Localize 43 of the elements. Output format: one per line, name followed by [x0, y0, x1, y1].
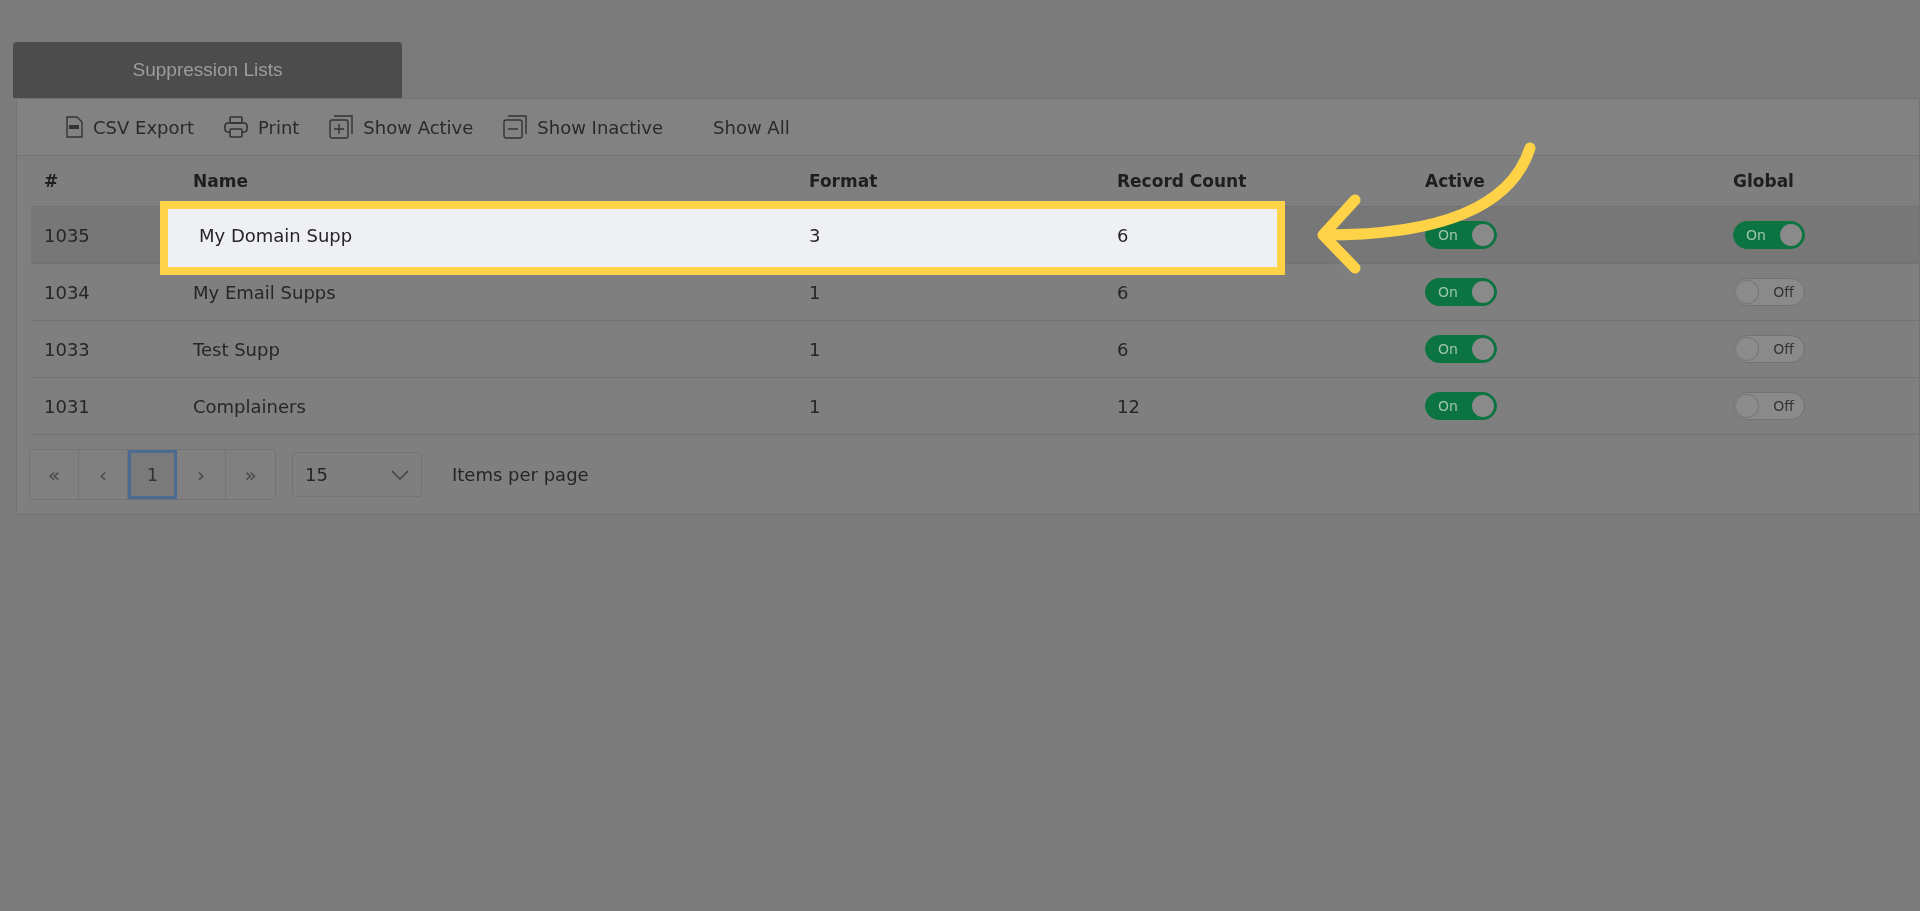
- page-button[interactable]: 1: [128, 450, 177, 499]
- caret-icon: [391, 469, 409, 480]
- column-header[interactable]: Name: [161, 171, 777, 191]
- table-cell: 12: [1117, 395, 1140, 417]
- remove-square-icon: [503, 115, 528, 139]
- column-header[interactable]: Global: [1701, 171, 1919, 191]
- toolbar-button[interactable]: Print: [223, 116, 300, 138]
- column-header[interactable]: #: [31, 171, 161, 191]
- toggle-switch[interactable]: On: [1425, 335, 1497, 363]
- table-cell: 1031: [44, 395, 90, 417]
- table-cell: 6: [1117, 281, 1129, 303]
- table-cell: 1035: [44, 224, 90, 246]
- column-header[interactable]: Active: [1393, 171, 1701, 191]
- toolbar-button[interactable]: CSV Export: [65, 116, 194, 138]
- table-cell: 1: [809, 338, 821, 360]
- toolbar-button[interactable]: Show Active: [329, 115, 474, 139]
- toggle-switch[interactable]: Off: [1733, 392, 1805, 420]
- table-cell: Complainers: [193, 395, 306, 417]
- table-cell: 1033: [44, 338, 90, 360]
- add-square-icon: [329, 115, 354, 139]
- table-cell: My Domain Supp: [199, 224, 353, 246]
- column-header[interactable]: Record Count: [1085, 171, 1393, 191]
- csv-file-icon: [65, 116, 83, 138]
- table-cell: 1034: [44, 281, 90, 303]
- toolbar-button[interactable]: Show All: [713, 116, 790, 138]
- toggle-switch[interactable]: Off: [1733, 335, 1805, 363]
- table-cell: 1: [809, 281, 821, 303]
- table-cell: 6: [1117, 224, 1129, 246]
- column-header[interactable]: Format: [777, 171, 1085, 191]
- table-cell: 1: [809, 395, 821, 417]
- table-cell: 3: [809, 224, 821, 246]
- items-per-page-label: Items per page: [452, 464, 589, 485]
- toggle-switch[interactable]: On: [1425, 392, 1497, 420]
- printer-icon: [223, 116, 248, 138]
- table-cell: Test Supp: [193, 338, 280, 360]
- tab[interactable]: Suppression Lists: [13, 42, 402, 98]
- toggle-switch[interactable]: On: [1425, 278, 1497, 306]
- toolbar-button[interactable]: Show Inactive: [503, 115, 664, 139]
- toggle-switch[interactable]: Off: [1733, 278, 1805, 306]
- table-cell: My Email Supps: [193, 281, 336, 303]
- page-size-dropdown[interactable]: 15: [292, 452, 422, 497]
- table-cell: 6: [1117, 338, 1129, 360]
- toggle-switch[interactable]: On: [1733, 221, 1805, 249]
